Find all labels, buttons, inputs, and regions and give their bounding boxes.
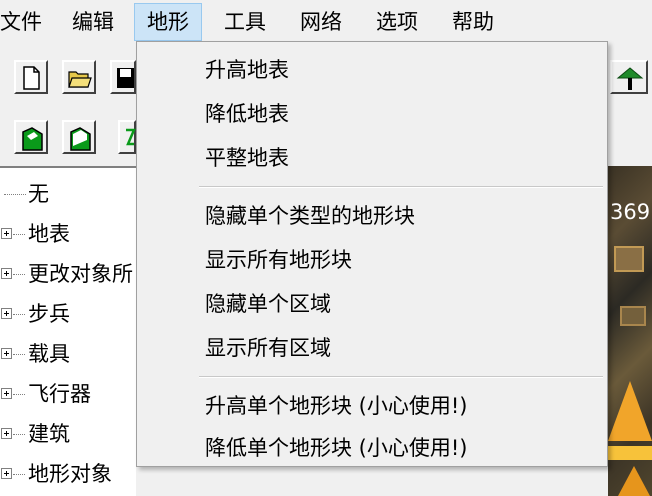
expand-icon[interactable] xyxy=(1,388,12,399)
save-icon xyxy=(117,68,134,88)
tree-item-vehicles[interactable]: 载具 xyxy=(0,334,150,374)
new-file-icon xyxy=(23,66,40,90)
menu-edit[interactable]: 编辑 xyxy=(60,3,126,41)
menu-item-show-all-tiles[interactable]: 显示所有地形块 xyxy=(205,240,352,280)
menu-item-raise-ground[interactable]: 升高地表 xyxy=(205,50,289,90)
map-building xyxy=(620,306,646,326)
tree-tool-button[interactable] xyxy=(610,60,648,94)
terrain-tool-icon-2 xyxy=(70,127,91,151)
tree-item-infantry[interactable]: 步兵 xyxy=(0,294,150,334)
menu-item-lower-single-tile[interactable]: 降低单个地形块 (小心使用!) xyxy=(205,428,467,468)
menu-file[interactable]: 文件 xyxy=(0,3,54,41)
terrain-tool-icon-1 xyxy=(22,127,43,151)
expand-icon[interactable] xyxy=(1,308,12,319)
terrain-tool-button-2[interactable] xyxy=(62,120,96,154)
expand-icon[interactable] xyxy=(1,268,12,279)
menu-item-raise-single-tile[interactable]: 升高单个地形块 (小心使用!) xyxy=(205,386,467,426)
menu-item-show-all-regions[interactable]: 显示所有区域 xyxy=(205,328,331,368)
terrain-tool-button-1[interactable] xyxy=(14,120,48,154)
expand-icon[interactable] xyxy=(1,468,12,479)
expand-icon[interactable] xyxy=(1,228,12,239)
expand-icon[interactable] xyxy=(1,428,12,439)
tree-item-aircraft[interactable]: 飞行器 xyxy=(0,374,150,414)
menu-help[interactable]: 帮助 xyxy=(440,3,506,41)
menu-item-hide-tile-type[interactable]: 隐藏单个类型的地形块 xyxy=(205,196,415,236)
tree-item-terrain-objects[interactable]: 地形对象 xyxy=(0,454,150,494)
map-structure xyxy=(608,381,652,441)
menu-tools[interactable]: 工具 xyxy=(212,3,278,41)
save-button[interactable] xyxy=(110,60,136,94)
menu-item-flatten-ground[interactable]: 平整地表 xyxy=(205,138,289,178)
menu-options[interactable]: 选项 xyxy=(364,3,430,41)
object-tree: 无 地表 更改对象所 步兵 载具 飞行器 建筑 地形对象 xyxy=(0,166,136,496)
terrain-tool-icon-3 xyxy=(126,128,136,146)
map-building xyxy=(614,246,644,272)
menu-item-lower-ground[interactable]: 降低地表 xyxy=(205,94,289,134)
tree-item-change-owner[interactable]: 更改对象所 xyxy=(0,254,150,294)
menu-separator xyxy=(199,186,603,188)
menu-item-hide-region[interactable]: 隐藏单个区域 xyxy=(205,284,331,324)
tree-icon xyxy=(616,67,644,90)
tree-item-none[interactable]: 无 xyxy=(0,174,150,214)
menu-terrain[interactable]: 地形 xyxy=(134,3,202,41)
terrain-menu-dropdown: 升高地表 降低地表 平整地表 隐藏单个类型的地形块 显示所有地形块 隐藏单个区域… xyxy=(136,41,608,467)
menu-network[interactable]: 网络 xyxy=(288,3,354,41)
open-button[interactable] xyxy=(62,60,96,94)
tree-item-buildings[interactable]: 建筑 xyxy=(0,414,150,454)
terrain-tool-button-3[interactable] xyxy=(118,120,136,154)
tree-item-ground[interactable]: 地表 xyxy=(0,214,150,254)
menu-separator xyxy=(199,376,603,378)
map-number-label: 369 xyxy=(610,200,651,224)
new-button[interactable] xyxy=(14,60,48,94)
open-folder-icon xyxy=(68,71,92,88)
menu-bar: 文件 编辑 地形 工具 网络 选项 帮助 xyxy=(0,0,652,44)
expand-icon[interactable] xyxy=(1,348,12,359)
